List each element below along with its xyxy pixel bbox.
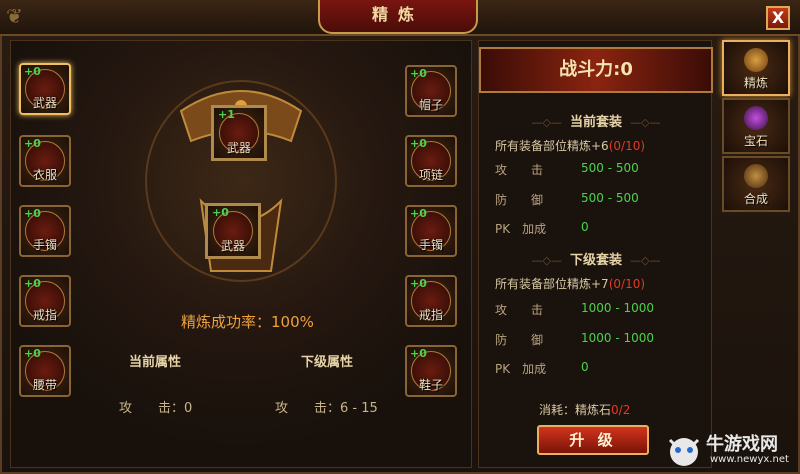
stat-name: 防 御 <box>495 193 544 207</box>
consume-label: 消耗：精炼石 <box>539 403 612 417</box>
gem-tab-icon <box>744 106 768 130</box>
refine-level: +0 <box>24 65 41 78</box>
slot-label: 武器 <box>32 96 57 110</box>
slot-label: 戒指 <box>32 308 57 322</box>
refine-level: +0 <box>24 347 41 360</box>
equip-slot-weapon[interactable]: +0 武器 <box>19 63 71 115</box>
slot-label: 戒指 <box>418 308 443 322</box>
equip-slot-necklace[interactable]: +0 项链 <box>405 135 457 187</box>
tab-label: 宝石 <box>743 134 768 148</box>
next-set-title: 下级套装 <box>479 249 713 268</box>
slot-label: 腰带 <box>32 378 57 392</box>
slot-label: 手镯 <box>418 238 443 252</box>
refine-level: +0 <box>410 67 427 80</box>
success-rate: 精炼成功率：100% <box>181 313 314 331</box>
window-title: 精炼 <box>318 0 478 34</box>
current-set-desc: 所有装备部位精炼+6(0/10) <box>495 137 645 154</box>
next-set-pk: PK 加成 0 <box>495 360 589 377</box>
equip-slot-ring-left[interactable]: +0 戒指 <box>19 275 71 327</box>
refine-level: +0 <box>24 137 41 150</box>
refine-level: +0 <box>410 347 427 360</box>
upgrade-button[interactable]: 升 级 <box>537 425 649 455</box>
equip-slot-boots[interactable]: +0 鞋子 <box>405 345 457 397</box>
current-attr-header: 当前属性 <box>129 355 182 370</box>
refine-material-slot[interactable]: +0 武器 <box>205 203 261 259</box>
equip-slot-bracelet-left[interactable]: +0 手镯 <box>19 205 71 257</box>
refine-level: +0 <box>24 207 41 220</box>
refine-target-slot[interactable]: +1 武器 <box>211 105 267 161</box>
current-attack: 攻 击：0 <box>119 401 193 416</box>
slot-label: 帽子 <box>418 98 443 112</box>
slot-label: 衣服 <box>32 168 57 182</box>
current-set-attack: 攻 击 500 - 500 <box>495 161 639 178</box>
watermark-url: www.newyx.net <box>710 454 789 465</box>
slot-label: 手镯 <box>32 238 57 252</box>
next-set-attack: 攻 击 1000 - 1000 <box>495 301 654 318</box>
tab-label: 精炼 <box>743 76 768 90</box>
refine-level: +0 <box>212 206 229 219</box>
refine-level: +1 <box>218 108 235 121</box>
stat-name: 防 御 <box>495 333 544 347</box>
current-set-title: 当前套装 <box>479 111 713 130</box>
next-set-defense: 防 御 1000 - 1000 <box>495 331 654 348</box>
set-panel: 战斗力:0 当前套装 所有装备部位精炼+6(0/10) 攻 击 500 - 50… <box>478 40 713 468</box>
consume-count: 0/2 <box>611 403 631 417</box>
next-attack: 攻 击：6 - 15 <box>275 401 378 416</box>
slot-label: 武器 <box>226 141 251 155</box>
next-attr-header: 下级属性 <box>301 355 354 370</box>
combat-power: 战斗力:0 <box>479 47 713 93</box>
stat-name: PK 加成 <box>495 362 547 376</box>
tab-gem[interactable]: 宝石 <box>722 98 790 154</box>
consume-cost: 消耗：精炼石0/2 <box>539 401 630 418</box>
corner-ornament-icon: ❦ <box>6 4 23 28</box>
refine-level: +0 <box>410 207 427 220</box>
stat-value: 1000 - 1000 <box>581 301 655 315</box>
stat-name: 攻 击 <box>495 163 544 177</box>
next-set-desc: 所有装备部位精炼+7(0/10) <box>495 275 645 292</box>
stat-name: PK 加成 <box>495 222 547 236</box>
stat-value: 500 - 500 <box>581 161 639 175</box>
refine-level: +0 <box>410 137 427 150</box>
tab-label: 合成 <box>743 192 768 206</box>
slot-label: 鞋子 <box>418 378 443 392</box>
slot-label: 项链 <box>418 168 443 182</box>
title-bar: ❦ 精炼 X <box>0 0 800 36</box>
refine-tab-icon <box>744 48 768 72</box>
tab-refine[interactable]: 精炼 <box>722 40 790 96</box>
watermark-name: 牛游戏网 <box>706 434 778 455</box>
refine-level: +0 <box>410 277 427 290</box>
site-watermark: 牛游戏网 www.newyx.net <box>660 426 800 474</box>
slot-label: 武器 <box>220 239 245 253</box>
set-count: (0/10) <box>608 139 646 153</box>
equip-slot-ring-right[interactable]: +0 戒指 <box>405 275 457 327</box>
current-set-defense: 防 御 500 - 500 <box>495 191 639 208</box>
cow-logo-icon <box>668 438 700 466</box>
tab-combine[interactable]: 合成 <box>722 156 790 212</box>
equip-slot-helmet[interactable]: +0 帽子 <box>405 65 457 117</box>
equipment-panel: +0 武器 +0 衣服 +0 手镯 +0 戒指 +0 腰带 +0 帽子 +0 项… <box>10 40 472 468</box>
stat-value: 0 <box>581 360 589 374</box>
stat-value: 0 <box>581 220 589 234</box>
close-button[interactable]: X <box>766 6 790 30</box>
set-count: (0/10) <box>608 277 646 291</box>
stat-value: 1000 - 1000 <box>581 331 655 345</box>
set-desc-text: 所有装备部位精炼+6 <box>495 139 609 153</box>
refine-level: +0 <box>24 277 41 290</box>
equip-slot-bracelet-right[interactable]: +0 手镯 <box>405 205 457 257</box>
combine-tab-icon <box>744 164 768 188</box>
stat-value: 500 - 500 <box>581 191 639 205</box>
current-set-pk: PK 加成 0 <box>495 220 589 237</box>
stat-name: 攻 击 <box>495 303 544 317</box>
equip-slot-belt[interactable]: +0 腰带 <box>19 345 71 397</box>
equip-slot-armor[interactable]: +0 衣服 <box>19 135 71 187</box>
set-desc-text: 所有装备部位精炼+7 <box>495 277 609 291</box>
